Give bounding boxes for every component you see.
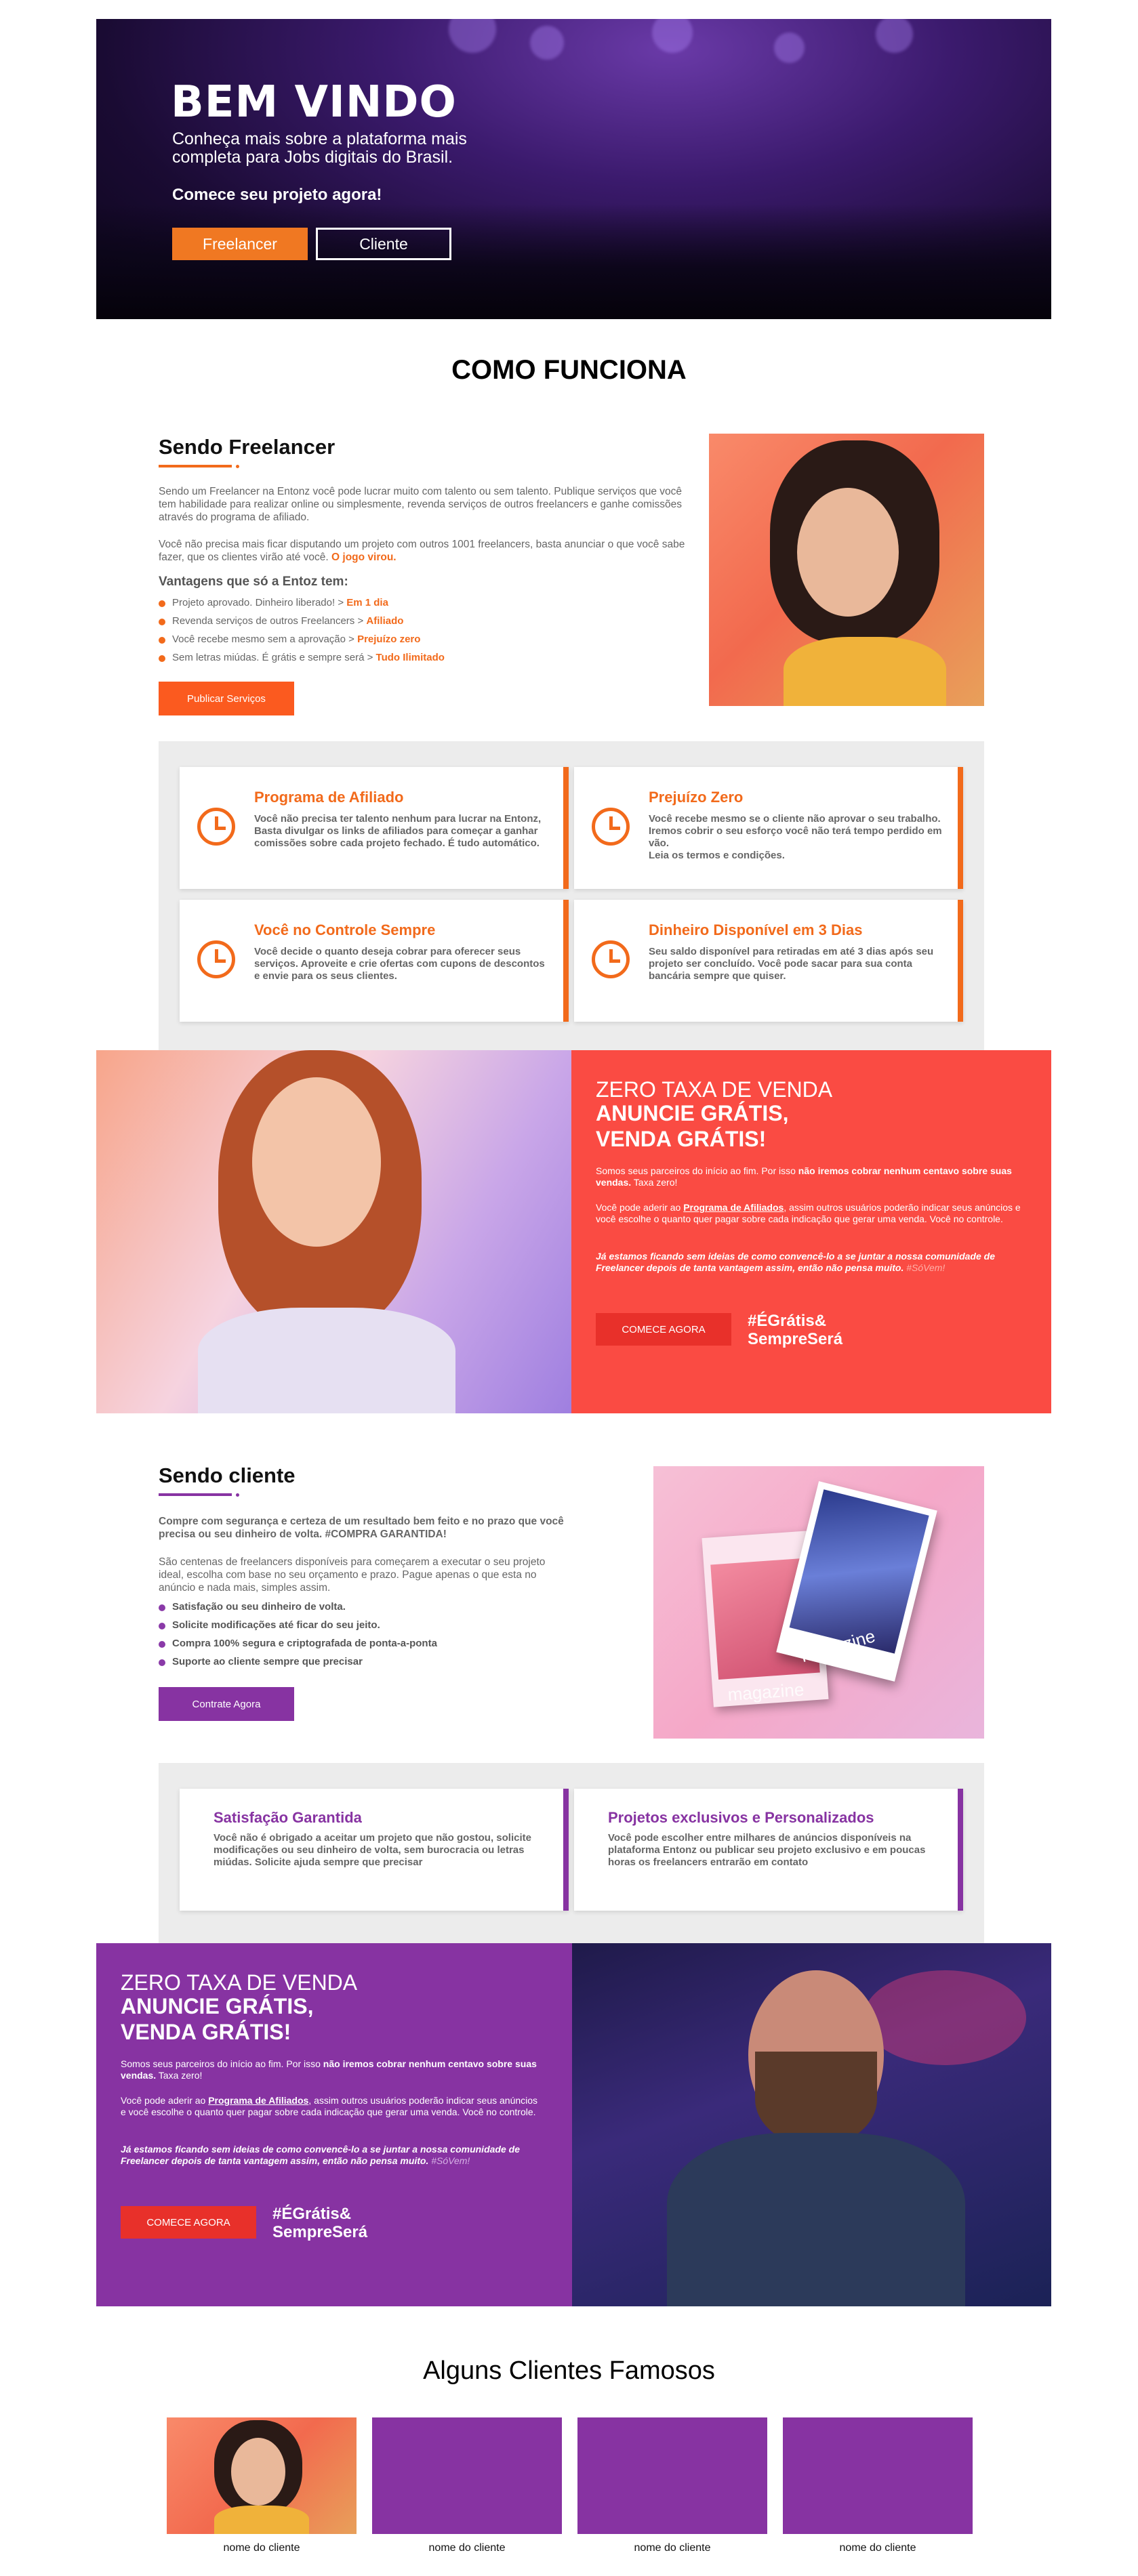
client-logo[interactable] [577, 2417, 767, 2534]
freelancer-para2: Você não precisa mais ficar disputando u… [159, 538, 687, 564]
card-accent-bar [563, 767, 569, 889]
client-name: nome do cliente [839, 2542, 916, 2554]
card-text: Você decide o quanto deseja cobrar para … [254, 946, 545, 982]
promo1-panel: ZERO TAXA DE VENDA ANUNCIE GRÁTIS, VENDA… [571, 1050, 1051, 1413]
para2-text: Você não precisa mais ficar disputando u… [159, 539, 685, 563]
promo-para2: Você pode aderir ao Programa de Afiliado… [596, 1202, 1021, 1224]
card-text: Você não é obrigado a aceitar um projeto… [214, 1832, 531, 1868]
comece-agora-button[interactable]: COMECE AGORA [121, 2206, 256, 2239]
feature-card-satisfacao: Satisfação Garantida Você não é obrigado… [180, 1789, 569, 1911]
como-funciona-title: COMO FUNCIONA [451, 355, 687, 385]
cliente-bullet-item: Solicite modificações até ficar do seu j… [159, 1617, 437, 1636]
title-underline [159, 465, 232, 468]
freelancer-para1: Sendo um Freelancer na Entonz você pode … [159, 486, 682, 523]
clock-icon [197, 808, 235, 846]
hero-title: BEM VINDO [171, 77, 457, 127]
hero-banner: BEM VINDO Conheça mais sobre a plataform… [96, 19, 1051, 319]
promo-line1: ZERO TAXA DE VENDA [596, 1077, 833, 1102]
hero-cta-text: Comece seu projeto agora! [172, 186, 382, 204]
card-title: Satisfação Garantida [214, 1809, 362, 1826]
promo2-panel: ZERO TAXA DE VENDA ANUNCIE GRÁTIS, VENDA… [96, 1943, 572, 2306]
promo-hashtag: #ÉGrátis& SempreSerá [748, 1312, 843, 1348]
contrate-agora-button[interactable]: Contrate Agora [159, 1687, 294, 1721]
client-logo[interactable] [167, 2417, 357, 2534]
cliente-bullet-item: Compra 100% segura e criptografada de po… [159, 1636, 437, 1654]
promo1-photo [96, 1050, 571, 1413]
promo-line3: VENDA GRÁTIS! [596, 1127, 767, 1151]
comece-agora-button[interactable]: COMECE AGORA [596, 1313, 731, 1346]
promo-line2: ANUNCIE GRÁTIS, [121, 1994, 314, 2018]
card-text: Seu saldo disponível para retiradas em a… [649, 946, 934, 982]
cliente-para2: São centenas de freelancers disponíveis … [159, 1556, 546, 1594]
freelancer-title: Sendo Freelancer [159, 435, 336, 459]
promo-para2: Você pode aderir ao Programa de Afiliado… [121, 2095, 538, 2117]
feature-card-controle: Você no Controle Sempre Você decide o qu… [180, 900, 569, 1022]
promo-para1: Somos seus parceiros do início ao fim. P… [121, 2058, 537, 2081]
clock-icon [592, 940, 630, 978]
promo-hashtag: #ÉGrátis& SempreSerá [272, 2205, 368, 2241]
cliente-bullet-item: Satisfação ou seu dinheiro de volta. [159, 1599, 437, 1617]
card-accent-bar [958, 900, 963, 1022]
afiliados-link[interactable]: Programa de Afiliados [683, 1202, 784, 1213]
feature-card-dinheiro: Dinheiro Disponível em 3 Dias Seu saldo … [574, 900, 963, 1022]
freelancer-button[interactable]: Freelancer [172, 228, 308, 260]
client-logo[interactable] [372, 2417, 562, 2534]
card-title: Dinheiro Disponível em 3 Dias [649, 921, 863, 938]
advantages-title: Vantagens que só a Entoz tem: [159, 575, 348, 589]
promo-para3: Já estamos ficando sem ideias de como co… [121, 2144, 520, 2166]
crowd-silhouette [96, 204, 1051, 319]
magazine-front: magazine [776, 1481, 937, 1682]
cliente-button[interactable]: Cliente [316, 228, 451, 260]
clock-icon [592, 808, 630, 846]
promo-line2: ANUNCIE GRÁTIS, [596, 1101, 789, 1125]
advantage-item: Sem letras miúdas. É grátis e sempre ser… [159, 650, 445, 668]
card-accent-bar [563, 900, 569, 1022]
card-title: Projetos exclusivos e Personalizados [608, 1809, 874, 1826]
client-name: nome do cliente [223, 2542, 300, 2554]
card-title: Você no Controle Sempre [254, 921, 436, 938]
underline-dot [236, 1493, 239, 1497]
clientes-famosos-title: Alguns Clientes Famosos [423, 2356, 715, 2385]
promo-para3: Já estamos ficando sem ideias de como co… [596, 1251, 995, 1273]
terms-link[interactable]: Leia os termos e condições. [649, 850, 785, 861]
card-title: Programa de Afiliado [254, 789, 404, 806]
cliente-bullets: Satisfação ou seu dinheiro de volta. Sol… [159, 1599, 437, 1672]
client-name: nome do cliente [634, 2542, 711, 2554]
advantage-item: Revenda serviços de outros Freelancers >… [159, 613, 445, 631]
card-accent-bar [563, 1789, 569, 1911]
cliente-title: Sendo cliente [159, 1463, 296, 1487]
cliente-para1: Compre com segurança e certeza de um res… [159, 1516, 564, 1540]
card-text: Você pode escolher entre milhares de anú… [608, 1832, 926, 1868]
card-accent-bar [958, 1789, 963, 1911]
feature-card-afiliado: Programa de Afiliado Você não precisa te… [180, 767, 569, 889]
promo2-photo [572, 1943, 1051, 2306]
title-underline [159, 1493, 232, 1496]
freelancer-photo [709, 434, 984, 706]
advantage-item: Projeto aprovado. Dinheiro liberado! > E… [159, 595, 445, 613]
card-text: Você não precisa ter talento nenhum para… [254, 813, 542, 849]
client-logo[interactable] [783, 2417, 973, 2534]
promo-para1: Somos seus parceiros do início ao fim. P… [596, 1165, 1012, 1188]
cliente-magazine-photo: magazine magazine [653, 1466, 984, 1739]
afiliados-link[interactable]: Programa de Afiliados [208, 2095, 308, 2106]
clock-icon [197, 940, 235, 978]
jogo-virou-highlight: O jogo virou. [331, 552, 397, 563]
hero-subtitle: Conheça mais sobre a plataforma mais com… [172, 129, 467, 167]
promo-line3: VENDA GRÁTIS! [121, 2020, 291, 2044]
card-accent-bar [958, 767, 963, 889]
card-text: Você recebe mesmo se o cliente não aprov… [649, 813, 942, 861]
feature-card-prejuizo: Prejuízo Zero Você recebe mesmo se o cli… [574, 767, 963, 889]
advantage-item: Você recebe mesmo sem a aprovação > Prej… [159, 631, 445, 650]
card-title: Prejuízo Zero [649, 789, 744, 806]
client-name: nome do cliente [428, 2542, 506, 2554]
promo-line1: ZERO TAXA DE VENDA [121, 1970, 358, 1995]
cliente-bullet-item: Suporte ao cliente sempre que precisar [159, 1654, 437, 1672]
advantages-list: Projeto aprovado. Dinheiro liberado! > E… [159, 595, 445, 668]
feature-card-exclusivos: Projetos exclusivos e Personalizados Voc… [574, 1789, 963, 1911]
publicar-servicos-button[interactable]: Publicar Serviços [159, 682, 294, 715]
underline-dot [236, 465, 239, 468]
